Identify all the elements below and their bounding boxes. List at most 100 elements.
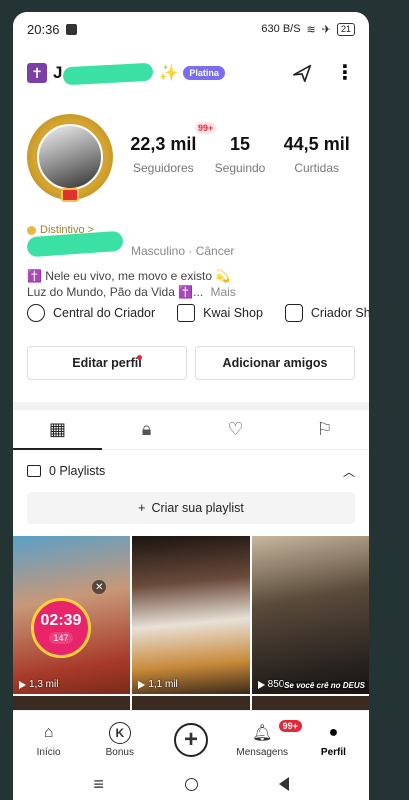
avatar-frame-gem (61, 188, 79, 202)
back-icon[interactable] (278, 777, 289, 791)
nav-home-label: Início (36, 746, 61, 758)
tab-liked[interactable]: ♡ (191, 410, 280, 449)
notification-icon (65, 23, 77, 35)
bookmark-icon: ⚐ (316, 419, 333, 439)
tool-kwai-shop[interactable]: Kwai Shop (177, 304, 263, 322)
nav-bonus[interactable]: K Bonus (84, 721, 155, 758)
badge-icon (27, 225, 36, 235)
view-count-text: 1,3 mil (29, 679, 59, 690)
close-icon[interactable]: ✕ (92, 580, 107, 594)
more-options-icon[interactable]: ⋮ (335, 63, 355, 83)
person-icon: ● (328, 723, 339, 741)
screen-background: 20:36 630 B/S ≋ ✈ 21 ✝ J ✨ Platina ⋮ 22,… (0, 0, 409, 800)
following-label: Seguindo (214, 161, 266, 175)
video-thumbnail[interactable]: ✕ 02:39 147 1,3 mil (13, 536, 131, 694)
profile-bio: ✝️ Nele eu vivo, me movo e existo 💫 Luz … (27, 268, 355, 300)
avatar[interactable] (27, 114, 113, 202)
video-grid-row-2 (13, 696, 369, 710)
create-plus-icon: + (174, 722, 208, 757)
edit-profile-label: Editar perfil (72, 356, 142, 370)
add-friends-label: Adicionar amigos (222, 356, 328, 370)
recents-icon[interactable]: ≡ (93, 774, 104, 795)
video-thumbnail[interactable] (251, 696, 369, 710)
view-count: 850 (257, 679, 284, 690)
lock-icon: 🔒︎ (141, 419, 152, 439)
creator-tools: Central do Criador Kwai Shop Criador Sho (27, 304, 369, 322)
avatar-image (37, 124, 103, 190)
section-divider (13, 402, 369, 410)
heart-icon: ♡ (227, 419, 244, 439)
redaction-scribble (62, 62, 154, 86)
airplane-icon: ✈ (321, 23, 331, 36)
video-grid: ✕ 02:39 147 1,3 mil 1,1 mil 850 Se você … (13, 536, 369, 694)
tool-creator-shop-label: Criador Sho (310, 306, 369, 320)
share-icon[interactable] (291, 62, 313, 84)
playlists-header[interactable]: 0 Playlists ︿ (27, 458, 355, 484)
likes-label: Curtidas (294, 161, 340, 175)
stat-following[interactable]: 15 Seguindo (202, 134, 279, 175)
tool-creator-center[interactable]: Central do Criador (27, 304, 155, 322)
content-tabs: ▦ 🔒︎ ♡ ⚐ (13, 410, 369, 450)
view-count: 1,3 mil (19, 679, 58, 690)
video-thumbnail[interactable]: 850 Se você crê no DEUS (251, 536, 369, 694)
nav-create[interactable]: + (155, 722, 226, 757)
tool-creator-shop[interactable]: Criador Sho (284, 304, 369, 322)
likes-count: 44,5 mil (283, 134, 350, 154)
username: J (53, 62, 154, 86)
view-count-text: 1,1 mil (148, 679, 178, 690)
battery-icon: 21 (336, 22, 355, 36)
bottom-nav: ⌂ Início K Bonus + 🔔︎ 99+ Mensagens ● Pe… (13, 710, 369, 768)
home-button-icon[interactable] (184, 777, 198, 791)
edit-profile-button[interactable]: Editar perfil (27, 346, 187, 380)
create-playlist-label: Criar sua playlist (151, 501, 244, 515)
status-time: 20:36 (27, 21, 60, 37)
followers-count: 22,3 mil (130, 134, 197, 154)
system-nav-bar: ≡ (13, 768, 369, 800)
layers-icon (27, 465, 41, 477)
video-caption: Se você crê no DEUS (282, 681, 367, 690)
bio-line-1: ✝️ Nele eu vivo, me movo e existo 💫 (27, 269, 231, 283)
bonus-icon: K (108, 721, 131, 744)
bio-line-2: Luz do Mundo, Pão da Vida ✝️... Mais (27, 284, 355, 300)
grid-icon: ▦ (48, 419, 66, 439)
username-text: J (53, 63, 63, 82)
followers-badge: 99+ (195, 122, 217, 134)
tier-badge[interactable]: Platina (183, 66, 225, 80)
status-right: 630 B/S ≋ ✈ 21 (261, 22, 355, 36)
create-playlist-button[interactable]: + Criar sua playlist (27, 492, 355, 524)
following-count: 15 (229, 134, 251, 154)
stat-followers[interactable]: 22,3 mil Seguidores 99+ (125, 122, 217, 175)
header-actions: ⋮ (291, 62, 355, 84)
playlists-label: 0 Playlists (49, 464, 106, 478)
stat-likes[interactable]: 44,5 mil Curtidas (278, 134, 355, 175)
wifi-icon: ≋ (306, 23, 316, 36)
profile-stats: 22,3 mil Seguidores 99+ 15 Seguindo 44,5… (125, 122, 355, 175)
video-thumbnail[interactable] (13, 696, 131, 710)
play-icon (257, 680, 265, 689)
app-screen: 20:36 630 B/S ≋ ✈ 21 ✝ J ✨ Platina ⋮ 22,… (13, 12, 369, 800)
info-text: Masculino · Câncer (131, 244, 235, 258)
profile-header: ✝ J ✨ Platina ⋮ (27, 56, 355, 90)
timer-text: 02:39 (40, 612, 82, 629)
nav-profile[interactable]: ● Perfil (298, 722, 369, 758)
plus-icon: + (138, 501, 146, 515)
video-thumbnail[interactable] (132, 696, 250, 710)
nav-home[interactable]: ⌂ Início (13, 722, 84, 758)
tab-saved[interactable]: ⚐ (280, 410, 369, 449)
sparkles-icon: ✨ (158, 65, 179, 82)
play-icon (19, 680, 26, 689)
bio-line-2-text: Luz do Mundo, Pão da Vida ✝️... (27, 285, 204, 299)
add-friends-button[interactable]: Adicionar amigos (195, 346, 355, 380)
nav-messages[interactable]: 🔔︎ 99+ Mensagens (227, 719, 302, 758)
tab-videos[interactable]: ▦ (13, 410, 102, 450)
nav-messages-label: Mensagens (236, 746, 289, 758)
reward-timer[interactable]: 02:39 147 (31, 598, 91, 658)
nav-profile-label: Perfil (320, 746, 346, 758)
bio-more-link[interactable]: Mais (211, 285, 236, 299)
store-icon (284, 304, 303, 322)
tool-creator-center-label: Central do Criador (53, 306, 156, 320)
tab-private[interactable]: 🔒︎ (102, 410, 191, 449)
shopping-bag-icon (177, 304, 196, 322)
video-thumbnail[interactable]: 1,1 mil (132, 536, 250, 694)
chevron-up-icon[interactable]: ︿ (343, 463, 355, 480)
